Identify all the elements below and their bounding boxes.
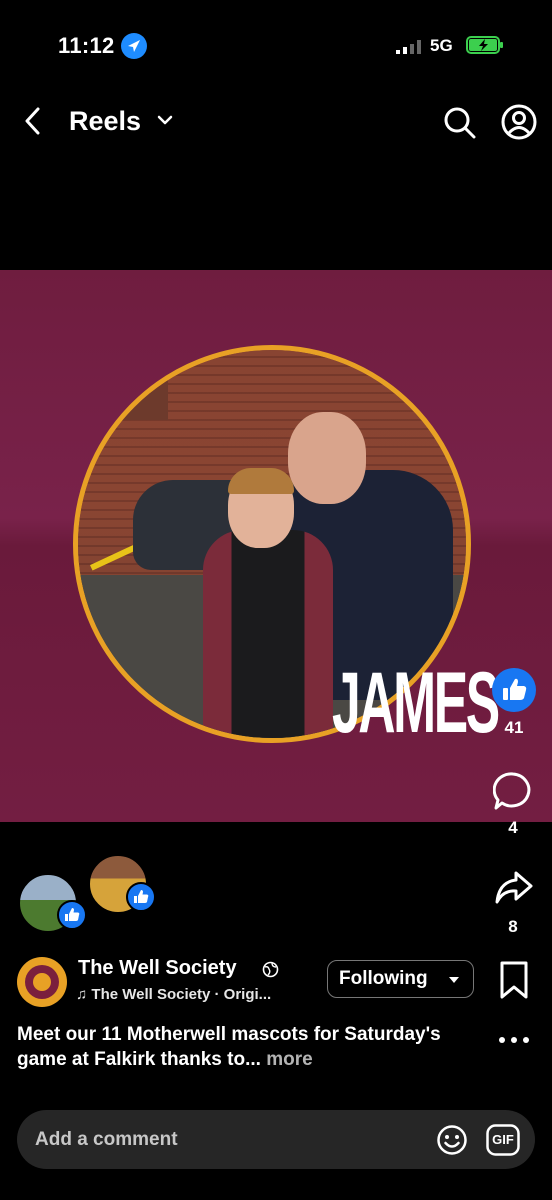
- like-button[interactable]: [492, 668, 536, 712]
- back-arrow-icon[interactable]: [20, 106, 46, 136]
- author-name[interactable]: The Well Society: [78, 957, 237, 980]
- like-badge-icon: [57, 900, 87, 930]
- signal-icon: [396, 40, 421, 54]
- thumbs-up-icon: [503, 678, 527, 700]
- gif-label: GIF: [492, 1132, 514, 1147]
- profile-icon[interactable]: [500, 103, 538, 141]
- like-badge-icon: [126, 882, 156, 912]
- caption-text: Meet our 11 Motherwell mascots for Satur…: [17, 1024, 441, 1070]
- comment-icon[interactable]: [493, 771, 533, 811]
- like-count: 41: [504, 718, 524, 737]
- author-avatar[interactable]: [17, 957, 67, 1007]
- search-icon[interactable]: [441, 104, 477, 140]
- chevron-down-icon[interactable]: [155, 112, 175, 128]
- page-title[interactable]: Reels: [69, 106, 141, 137]
- emoji-icon[interactable]: [436, 1124, 468, 1156]
- following-button[interactable]: Following: [327, 960, 474, 998]
- post-caption[interactable]: Meet our 11 Motherwell mascots for Satur…: [17, 1022, 487, 1072]
- audio-label: The Well Society · Origi...: [91, 986, 272, 1003]
- location-arrow-icon: [121, 33, 147, 59]
- battery-charging-icon: [466, 36, 503, 54]
- gif-button[interactable]: GIF: [486, 1124, 520, 1156]
- network-label: 5G: [430, 36, 453, 55]
- caption-more-link[interactable]: more: [266, 1049, 312, 1070]
- share-count: 8: [508, 917, 518, 936]
- audio-attribution[interactable]: ♫ The Well Society · Origi...: [76, 986, 271, 1003]
- video-overlay-name: JAMES: [332, 655, 500, 751]
- status-time: 11:12: [58, 33, 115, 58]
- chevron-down-icon: [449, 977, 459, 983]
- globe-icon: [262, 961, 279, 978]
- following-label: Following: [339, 968, 428, 989]
- comment-count: 4: [508, 818, 518, 837]
- music-note-icon: ♫: [76, 986, 88, 1003]
- share-icon[interactable]: [494, 867, 534, 907]
- comment-input[interactable]: Add a comment: [35, 1129, 178, 1151]
- bookmark-icon[interactable]: [498, 960, 530, 1000]
- more-options-icon[interactable]: [496, 1030, 532, 1050]
